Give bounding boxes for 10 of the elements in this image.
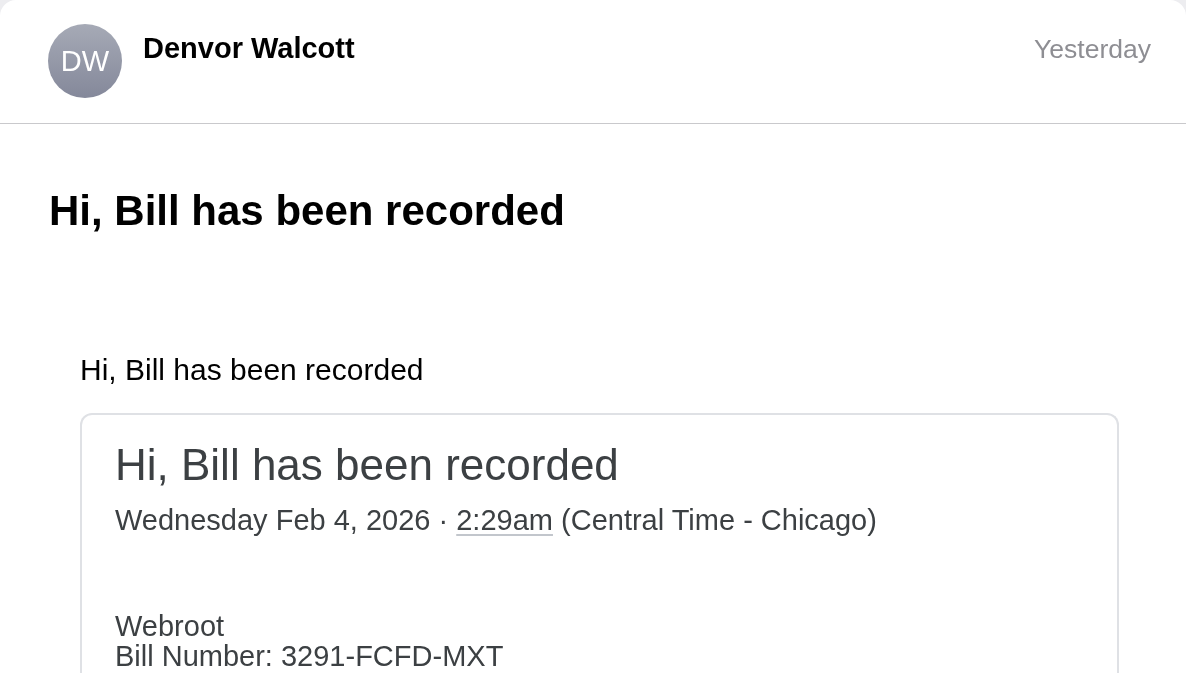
card-text-line: Bill Number: 3291-FCFD-MXT — [115, 641, 504, 671]
received-time: Yesterday — [1034, 33, 1151, 65]
intro-text: Hi, Bill has been recorded — [80, 352, 424, 388]
date-line: Wednesday Feb 4, 2026 · 2:29am (Central Time - Chicago) — [115, 503, 877, 537]
time-link[interactable]: 2:29am — [456, 504, 553, 536]
card-text-line: Webroot — [115, 611, 225, 641]
subject-heading: Hi, Bill has been recorded — [49, 187, 565, 235]
sender-name: Denvor Walcott — [143, 31, 355, 65]
card-title: Hi, Bill has been recorded — [115, 439, 619, 491]
avatar: DW — [48, 24, 122, 98]
